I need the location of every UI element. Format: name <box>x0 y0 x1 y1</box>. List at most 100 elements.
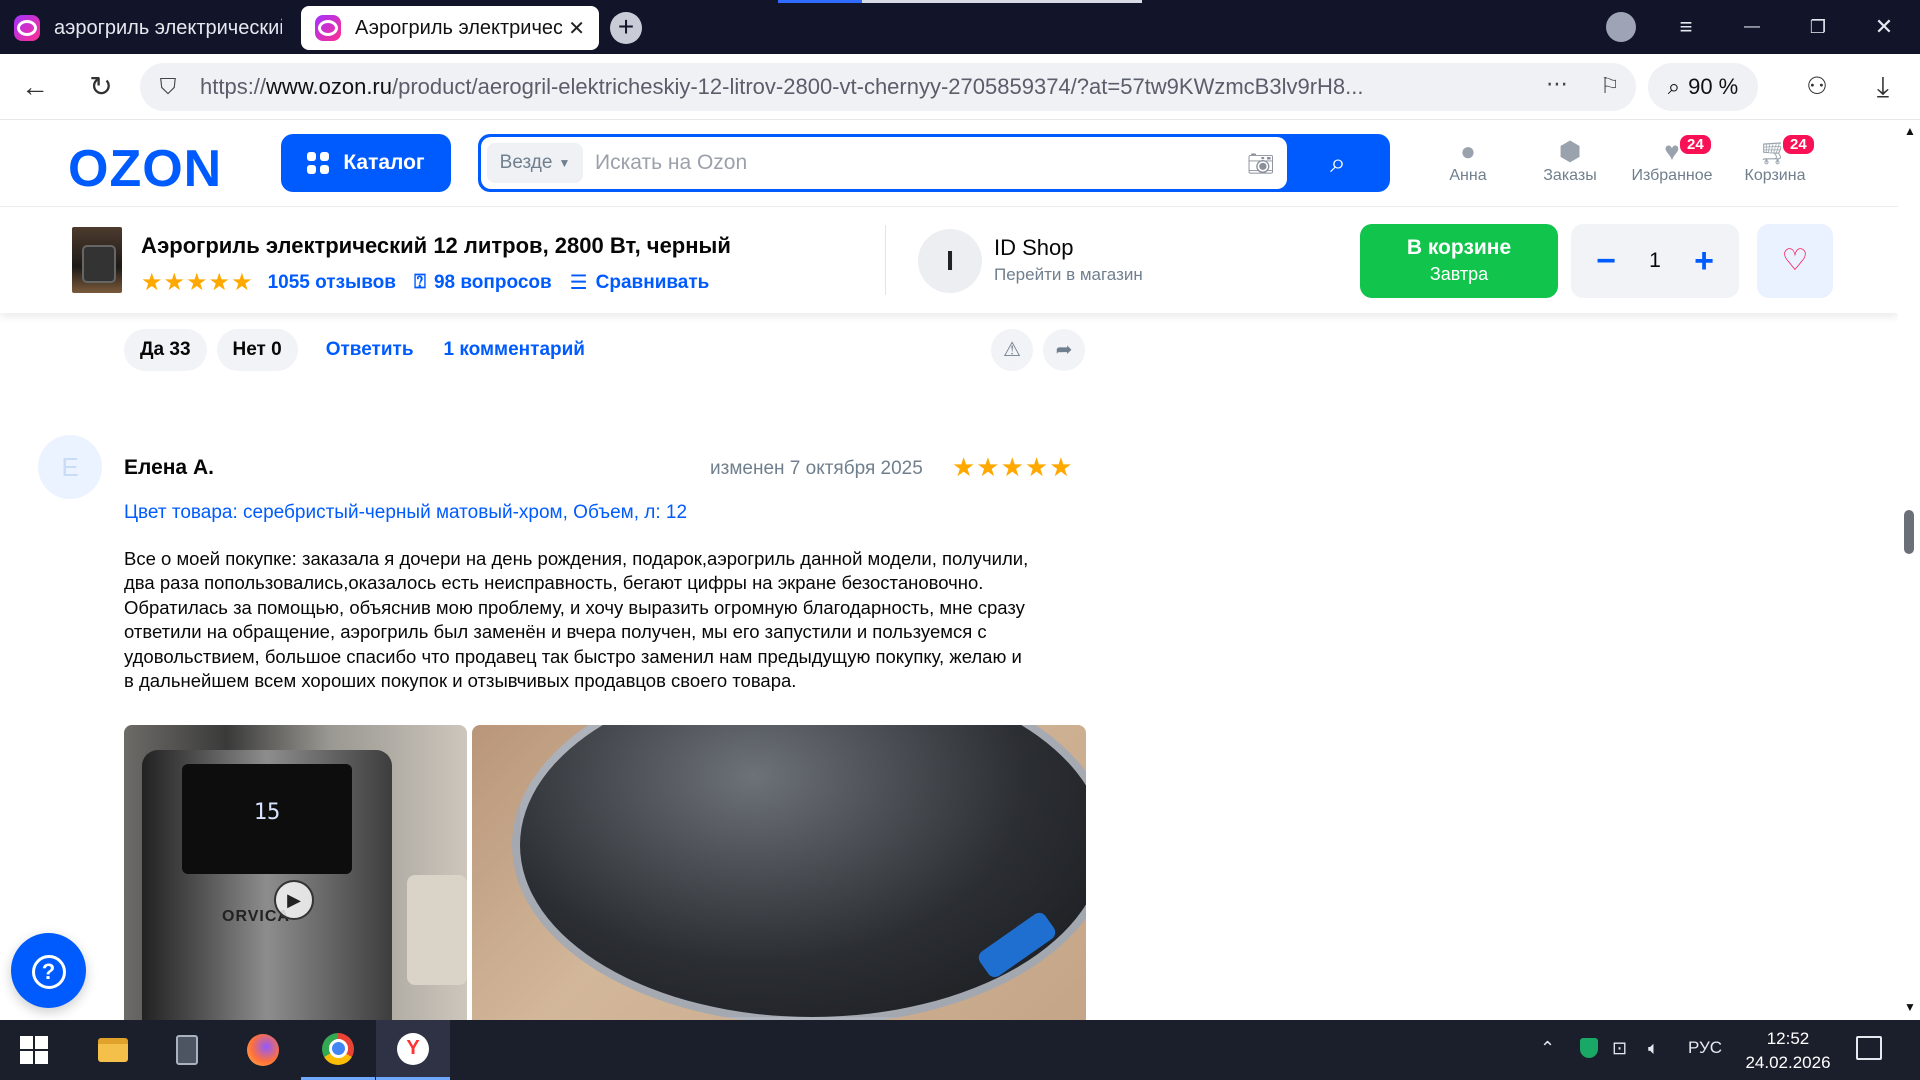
report-warning-icon[interactable]: ⚠ <box>991 329 1033 371</box>
comments-link[interactable]: 1 комментарий <box>444 339 585 361</box>
reviews-link[interactable]: 1055 отзывов <box>268 272 396 294</box>
increase-quantity-button[interactable]: + <box>1689 242 1719 281</box>
compare-link[interactable]: Сравнивать <box>596 272 710 294</box>
review-text-line: удовольствием, большое спасибо что прода… <box>124 645 1022 667</box>
scrollbar-thumb[interactable] <box>1904 510 1914 554</box>
header-cart[interactable]: 🛒︎ 24 Корзина <box>1725 133 1825 185</box>
ozon-favicon-icon <box>315 15 341 41</box>
helpful-yes-button[interactable]: Да 33 <box>124 329 207 371</box>
taskbar-chrome[interactable] <box>301 1020 375 1080</box>
tray-expand-icon[interactable]: ⌃ <box>1540 1038 1555 1059</box>
header-favorites[interactable]: ♥ 24 Избранное <box>1622 133 1722 185</box>
taskbar-yandex-browser[interactable]: Y <box>376 1020 450 1080</box>
tab-title: аэрогриль электрический <box>54 16 282 39</box>
questions-link[interactable]: 98 вопросов <box>434 272 552 294</box>
bookmark-icon[interactable]: ⚐ <box>1600 73 1620 99</box>
quantity-stepper: − 1 + <box>1571 224 1739 298</box>
user-icon: ● <box>1460 136 1476 166</box>
security-shield-icon[interactable] <box>1580 1038 1598 1058</box>
downloads-icon[interactable]: ⤓ <box>1866 70 1900 104</box>
ozon-logo[interactable]: OZON <box>68 139 222 199</box>
taskbar-calculator[interactable] <box>150 1020 224 1080</box>
maximize-button[interactable]: ❐ <box>1800 10 1836 44</box>
review-video-thumbnail[interactable]: 15 ORVICA ▶ <box>124 725 467 1020</box>
taskbar-file-explorer[interactable] <box>76 1020 150 1080</box>
search-bar: Везде▼ 📷︎ ⌕ <box>478 134 1390 192</box>
header-profile[interactable]: ● Анна <box>1418 135 1518 185</box>
taskbar-firefox[interactable] <box>226 1020 300 1080</box>
go-to-shop-link[interactable]: Перейти в магазин <box>994 265 1143 285</box>
loading-indicator-track <box>862 0 1142 3</box>
url-text[interactable]: https://www.ozon.ru/product/aerogril-ele… <box>200 74 1450 100</box>
product-thumbnail[interactable] <box>72 227 122 293</box>
language-indicator[interactable]: РУС <box>1688 1038 1722 1058</box>
reply-link[interactable]: Ответить <box>326 339 414 361</box>
minimize-button[interactable]: — <box>1734 10 1770 44</box>
caret-down-icon: ▼ <box>558 156 571 170</box>
close-tab-icon[interactable]: ✕ <box>568 16 585 41</box>
play-icon[interactable]: ▶ <box>274 880 314 920</box>
new-tab-button[interactable]: + <box>610 12 642 44</box>
review-text-line: ответили на обращение, аэрогриль был зам… <box>124 621 987 643</box>
browser-menu-icon[interactable]: ≡ <box>1668 10 1704 44</box>
header-orders[interactable]: ⬢ Заказы <box>1520 135 1620 185</box>
shop-name[interactable]: ID Shop <box>994 235 1074 261</box>
back-arrow-icon[interactable]: ← <box>18 70 52 104</box>
ozon-header: OZON Каталог Везде▼ 📷︎ ⌕ ● Анна ⬢ Заказы… <box>0 121 1898 207</box>
shop-avatar[interactable]: I <box>918 229 982 293</box>
share-icon[interactable]: ➦ <box>1043 329 1085 371</box>
search-input[interactable] <box>595 143 1215 183</box>
review-photo[interactable] <box>472 725 1086 1020</box>
more-options-icon[interactable]: ⋯ <box>1546 71 1568 97</box>
profile-avatar-icon[interactable] <box>1606 12 1636 42</box>
os-taskbar: Y ⌃ ⊡ 🔈︎ РУС 12:52 24.02.2026 <box>0 1020 1920 1080</box>
review-text: Все о моей покупке: заказала я дочери на… <box>124 547 1084 693</box>
favorites-count-badge: 24 <box>1678 133 1713 156</box>
product-variant-link[interactable]: Цвет товара: серебристый-черный матовый-… <box>124 502 687 524</box>
browser-tab[interactable]: аэрогриль электрический <box>0 6 296 50</box>
extensions-icon[interactable]: ⚇ <box>1800 70 1834 104</box>
notifications-icon[interactable] <box>1856 1036 1882 1060</box>
loading-indicator <box>778 0 862 3</box>
rating-stars: ★★★★★ <box>141 269 254 296</box>
page-scrollbar[interactable] <box>1898 121 1920 1020</box>
browser-tab-active[interactable]: Аэрогриль электрический ✕ <box>301 6 599 50</box>
search-scope-dropdown[interactable]: Везде ▼ <box>487 143 583 183</box>
review-actions-row: Да 33 Нет 0 Ответить 1 комментарий <box>124 329 597 371</box>
camera-search-icon[interactable]: 📷︎ <box>1247 151 1275 177</box>
network-icon[interactable]: ⊡ <box>1612 1038 1627 1059</box>
in-cart-button[interactable]: В корзине Завтра <box>1360 224 1558 298</box>
scroll-up-arrow-icon[interactable]: ▲ <box>1904 124 1916 138</box>
zoom-indicator[interactable]: ⌕ 90 % <box>1648 63 1758 111</box>
windows-start-icon[interactable] <box>20 1036 48 1064</box>
review-text-line: в дальнейшем всем хороших покупок и отзы… <box>124 670 797 692</box>
clock-date: 24.02.2026 <box>1745 1053 1831 1072</box>
divider <box>885 225 886 295</box>
review-text-line: два раза попользовались,оказалось есть н… <box>124 572 984 594</box>
catalog-button[interactable]: Каталог <box>281 134 451 192</box>
reviewer-avatar: Е <box>38 435 102 499</box>
product-title: Аэрогриль электрический 12 литров, 2800 … <box>141 233 731 258</box>
firefox-icon <box>247 1034 279 1066</box>
scroll-down-arrow-icon[interactable]: ▼ <box>1904 1000 1916 1014</box>
airfryer-display: 15 <box>182 764 352 874</box>
chrome-icon <box>322 1032 354 1065</box>
compare-icon: ☰ <box>569 272 588 294</box>
clock-time: 12:52 <box>1766 1029 1810 1048</box>
question-icon: ⍰ <box>413 271 426 293</box>
reload-icon[interactable]: ↻ <box>84 70 118 104</box>
site-security-icon[interactable]: ⛉ <box>156 75 180 99</box>
url-field[interactable]: ⛉ https://www.ozon.ru/product/aerogril-e… <box>140 63 1636 111</box>
helpful-no-button[interactable]: Нет 0 <box>216 329 298 371</box>
close-window-button[interactable]: ✕ <box>1866 10 1902 44</box>
volume-icon[interactable]: 🔈︎ <box>1648 1038 1659 1059</box>
add-to-favorites-button[interactable]: ♡ <box>1757 224 1833 298</box>
decrease-quantity-button[interactable]: − <box>1591 242 1621 281</box>
system-clock[interactable]: 12:52 24.02.2026 <box>1740 1027 1836 1075</box>
review-rating-stars: ★★★★★ <box>952 452 1074 482</box>
review-text-line: Все о моей покупке: заказала я дочери на… <box>124 548 1029 569</box>
quantity-value: 1 <box>1649 249 1661 272</box>
search-button[interactable]: ⌕ <box>1298 142 1378 184</box>
help-button[interactable]: ? <box>11 933 86 1008</box>
review-date: изменен 7 октября 2025 <box>710 458 923 479</box>
